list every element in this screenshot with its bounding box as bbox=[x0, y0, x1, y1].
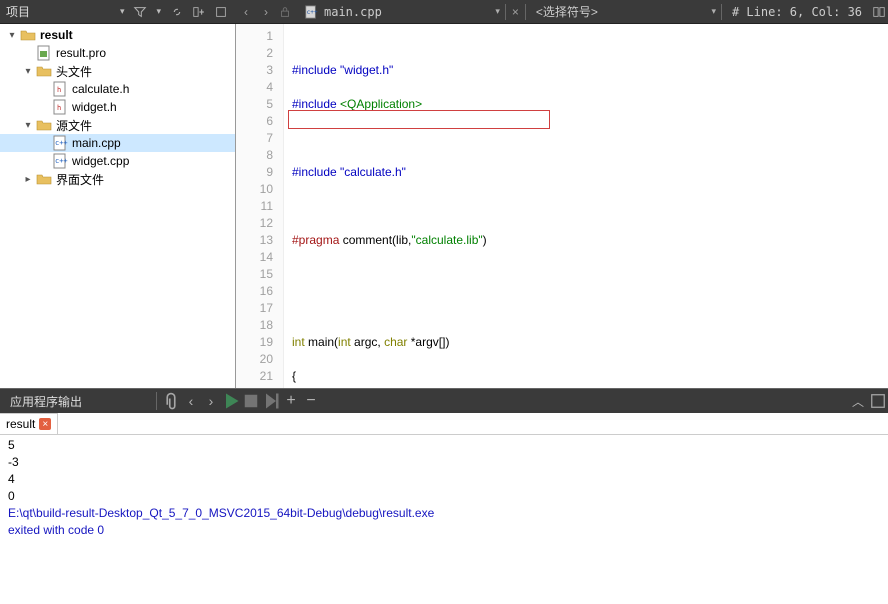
project-tree[interactable]: ▾ result result.pro ▾ 头文件 h calculate.h bbox=[0, 24, 235, 388]
output-tab-result[interactable]: result × bbox=[0, 413, 58, 434]
cpp-file-icon: c++ bbox=[52, 135, 68, 151]
tree-root-result[interactable]: ▾ result bbox=[0, 26, 235, 44]
code-body[interactable]: #include "widget.h" #include <QApplicati… bbox=[284, 24, 888, 388]
file-tab-main-cpp[interactable]: c++ main.cpp bbox=[294, 0, 390, 24]
output-panel: 应用程序输出 ‹ › + − ︿ result × 5 -3 4 0 E:\qt… bbox=[0, 388, 888, 604]
h-file-icon: h bbox=[52, 81, 68, 97]
tree-item-main-cpp[interactable]: c++ main.cpp bbox=[0, 134, 235, 152]
run-icon[interactable] bbox=[221, 391, 241, 411]
tree-folder-sources[interactable]: ▾ 源文件 bbox=[0, 116, 235, 134]
project-panel-title: 项目 bbox=[6, 3, 30, 20]
output-header: 应用程序输出 ‹ › + − ︿ bbox=[0, 389, 888, 413]
folder-icon bbox=[36, 117, 52, 133]
line-gutter: 1 2 3 4 5 6 7 8 9 10 11 12 13 14 15 16 1… bbox=[236, 24, 284, 388]
svg-text:c++: c++ bbox=[307, 8, 318, 15]
nav-back-icon[interactable]: ‹ bbox=[236, 5, 256, 19]
output-title: 应用程序输出 bbox=[0, 393, 92, 410]
cursor-position: # Line: 6, Col: 36 bbox=[724, 5, 870, 19]
link-icon[interactable] bbox=[168, 3, 186, 21]
tree-folder-headers[interactable]: ▾ 头文件 bbox=[0, 62, 235, 80]
tree-label: widget.h bbox=[70, 100, 117, 114]
symbol-selector[interactable]: <选择符号> bbox=[528, 3, 606, 20]
project-panel-header: 项目 ▾ ▾ bbox=[0, 0, 236, 24]
lock-icon[interactable] bbox=[276, 3, 294, 21]
tree-label: 源文件 bbox=[54, 117, 92, 134]
symbol-dropdown-icon[interactable]: ▾ bbox=[708, 6, 719, 17]
tree-item-calculate-h[interactable]: h calculate.h bbox=[0, 80, 235, 98]
tree-label: main.cpp bbox=[70, 136, 121, 150]
tree-folder-forms[interactable]: ▸ 界面文件 bbox=[0, 170, 235, 188]
code-editor[interactable]: 1 2 3 4 5 6 7 8 9 10 11 12 13 14 15 16 1… bbox=[236, 24, 888, 388]
output-tab-label: result bbox=[6, 417, 35, 431]
output-next-icon[interactable]: › bbox=[201, 391, 221, 411]
tree-label: widget.cpp bbox=[70, 154, 129, 168]
qt-pro-icon bbox=[36, 45, 52, 61]
rerun-icon[interactable] bbox=[261, 391, 281, 411]
svg-text:h: h bbox=[57, 86, 61, 94]
svg-text:c++: c++ bbox=[55, 157, 68, 165]
cpp-file-icon: c++ bbox=[52, 153, 68, 169]
nav-forward-icon[interactable]: › bbox=[256, 5, 276, 19]
tree-label: result.pro bbox=[54, 46, 106, 60]
minus-icon[interactable]: − bbox=[301, 391, 321, 411]
tree-label: result bbox=[38, 28, 73, 42]
expand-arrow-icon[interactable]: ▾ bbox=[22, 66, 34, 77]
expand-up-icon[interactable]: ︿ bbox=[848, 391, 868, 411]
expand-arrow-icon[interactable]: ▾ bbox=[6, 30, 18, 41]
tree-item-pro[interactable]: result.pro bbox=[0, 44, 235, 62]
output-body[interactable]: 5 -3 4 0 E:\qt\build-result-Desktop_Qt_5… bbox=[0, 435, 888, 604]
file-dropdown-icon[interactable]: ▾ bbox=[492, 6, 503, 17]
tree-item-widget-h[interactable]: h widget.h bbox=[0, 98, 235, 116]
tree-label: calculate.h bbox=[70, 82, 129, 96]
expand-arrow-icon[interactable]: ▾ bbox=[22, 120, 34, 131]
file-tab-label: main.cpp bbox=[324, 5, 382, 19]
expand-arrow-icon[interactable]: ▸ bbox=[22, 174, 34, 185]
filter-icon[interactable] bbox=[131, 3, 149, 21]
attach-icon[interactable] bbox=[161, 391, 181, 411]
filter-dropdown-icon[interactable]: ▾ bbox=[153, 6, 164, 17]
split-editor-icon[interactable] bbox=[870, 3, 888, 21]
close-tab-icon[interactable]: × bbox=[508, 5, 523, 19]
svg-text:c++: c++ bbox=[55, 139, 68, 147]
folder-icon bbox=[36, 63, 52, 79]
add-split-icon[interactable] bbox=[190, 3, 208, 21]
close-output-tab-icon[interactable]: × bbox=[39, 418, 51, 430]
output-tabs: result × bbox=[0, 413, 888, 435]
tree-label: 界面文件 bbox=[54, 171, 104, 188]
pragma-highlight-box bbox=[288, 110, 550, 129]
main-area: 1 2 3 4 5 6 7 8 9 10 11 12 13 14 15 16 1… bbox=[236, 24, 888, 388]
cpp-file-icon: c++ bbox=[302, 3, 320, 21]
tree-item-widget-cpp[interactable]: c++ widget.cpp bbox=[0, 152, 235, 170]
editor-tab-bar: ‹ › c++ main.cpp ▾ × <选择符号> ▾ # Line: 6,… bbox=[236, 0, 888, 24]
plus-icon[interactable]: + bbox=[281, 391, 301, 411]
h-file-icon: h bbox=[52, 99, 68, 115]
svg-text:h: h bbox=[57, 104, 61, 112]
stop-icon[interactable] bbox=[241, 391, 261, 411]
folder-icon bbox=[20, 27, 36, 43]
project-tree-panel: ▾ result result.pro ▾ 头文件 h calculate.h bbox=[0, 24, 236, 388]
tree-label: 头文件 bbox=[54, 63, 92, 80]
folder-icon bbox=[36, 171, 52, 187]
project-dropdown-icon[interactable]: ▾ bbox=[117, 6, 128, 17]
collapse-icon[interactable] bbox=[212, 3, 230, 21]
collapse-panel-icon[interactable] bbox=[868, 391, 888, 411]
output-prev-icon[interactable]: ‹ bbox=[181, 391, 201, 411]
